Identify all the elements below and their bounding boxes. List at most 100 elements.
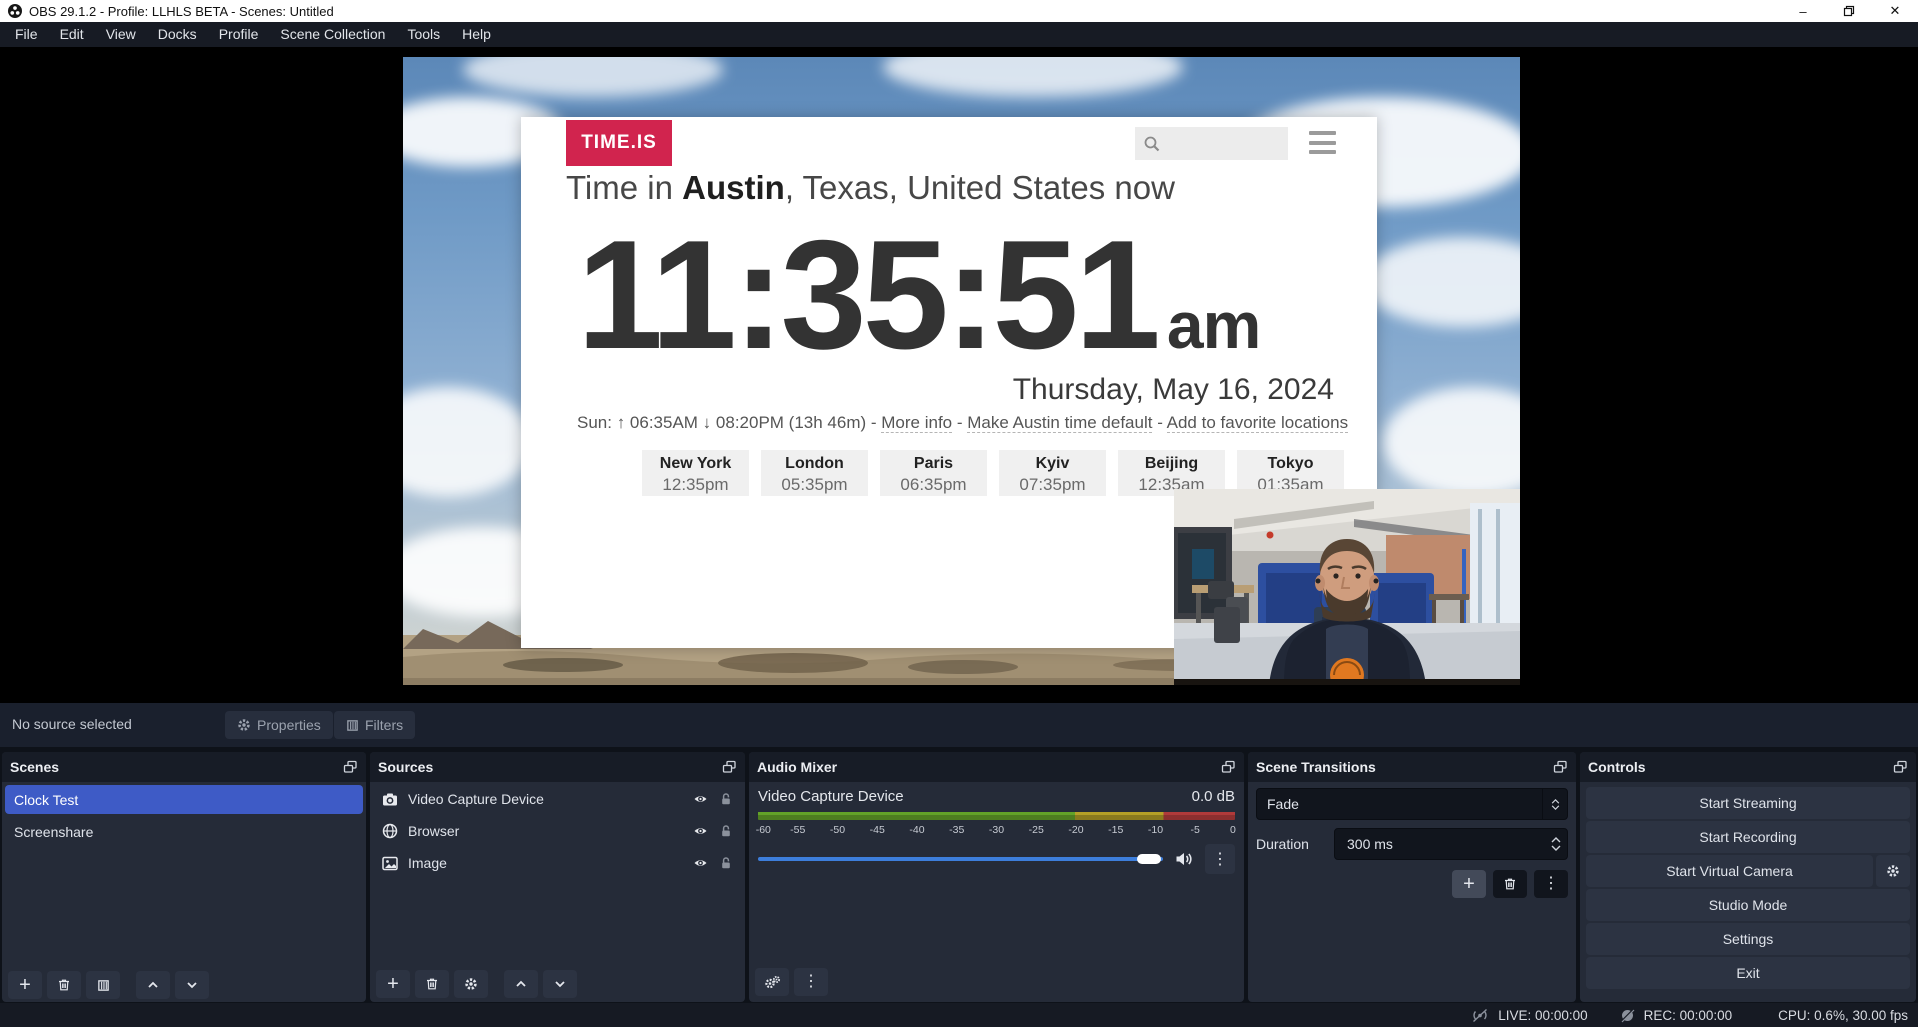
preview-canvas[interactable]: TIME.IS Time in Austin, Texas, United St… <box>403 57 1520 685</box>
filter-icon <box>97 979 110 992</box>
chevron-up-icon <box>514 977 528 991</box>
popout-icon[interactable] <box>1553 760 1568 774</box>
visibility-eye-icon[interactable] <box>692 856 709 870</box>
mixer-menu-button[interactable]: ⋮ <box>794 968 828 996</box>
move-scene-down-button[interactable] <box>175 971 209 999</box>
studio-mode-button[interactable]: Studio Mode <box>1586 889 1910 921</box>
visibility-eye-icon[interactable] <box>692 824 709 838</box>
rec-timecode: REC: 00:00:00 <box>1644 1008 1733 1023</box>
menu-file[interactable]: File <box>4 22 49 47</box>
spinner-arrows-icon[interactable] <box>1545 837 1567 851</box>
popout-icon[interactable] <box>1221 760 1236 774</box>
menu-tools[interactable]: Tools <box>396 22 451 47</box>
audio-mixer-panel: Audio Mixer Video Capture Device 0.0 dB … <box>749 752 1244 1002</box>
chevron-down-icon <box>185 978 199 992</box>
hamburger-menu-icon <box>1309 131 1336 154</box>
lock-icon[interactable] <box>719 792 733 806</box>
settings-button[interactable]: Settings <box>1586 923 1910 955</box>
sources-panel-header: Sources <box>370 752 745 782</box>
preview-area: TIME.IS Time in Austin, Texas, United St… <box>0 47 1918 703</box>
add-source-button[interactable]: + <box>376 970 410 998</box>
search-icon <box>1143 135 1161 153</box>
move-source-down-button[interactable] <box>543 970 577 998</box>
clock-time: 11:35:51 <box>577 217 1157 372</box>
start-virtual-camera-button[interactable]: Start Virtual Camera <box>1586 855 1873 887</box>
controls-header: Controls <box>1580 752 1916 782</box>
audio-mixer-title: Audio Mixer <box>757 759 837 775</box>
restore-icon <box>1843 5 1855 17</box>
transition-menu-button[interactable]: ⋮ <box>1534 870 1568 898</box>
menu-view[interactable]: View <box>95 22 147 47</box>
transitions-header: Scene Transitions <box>1248 752 1576 782</box>
popout-icon[interactable] <box>343 760 358 774</box>
menu-profile[interactable]: Profile <box>208 22 270 47</box>
transition-select[interactable]: Fade <box>1256 788 1568 820</box>
source-row-video-capture[interactable]: Video Capture Device <box>373 784 742 814</box>
mixer-channel-menu-button[interactable]: ⋮ <box>1205 844 1235 874</box>
close-button[interactable]: ✕ <box>1872 0 1918 22</box>
scene-item-clock-test[interactable]: Clock Test <box>5 785 363 814</box>
webcam-overlay <box>1174 489 1520 685</box>
virtual-camera-config-button[interactable] <box>1876 855 1910 887</box>
filters-button[interactable]: Filters <box>334 711 415 739</box>
visibility-eye-icon[interactable] <box>692 792 709 806</box>
city-box: Paris06:35pm <box>880 450 987 496</box>
scene-transitions-panel: Scene Transitions Fade Duration 300 ms <box>1248 752 1576 1002</box>
more-info-link: More info <box>881 413 952 433</box>
trash-icon <box>425 977 439 991</box>
remove-source-button[interactable] <box>415 970 449 998</box>
scene-filters-button[interactable] <box>86 971 120 999</box>
add-scene-button[interactable]: + <box>8 971 42 999</box>
menu-docks[interactable]: Docks <box>147 22 208 47</box>
remove-scene-button[interactable] <box>47 971 81 999</box>
start-recording-button[interactable]: Start Recording <box>1586 821 1910 853</box>
source-row-image[interactable]: Image <box>373 848 742 878</box>
volume-meter <box>758 812 1235 820</box>
timeis-date: Thursday, May 16, 2024 <box>1013 373 1334 407</box>
menu-help[interactable]: Help <box>451 22 502 47</box>
gear-icon <box>464 977 478 991</box>
stream-inactive-icon <box>1471 1008 1489 1023</box>
advanced-audio-button[interactable] <box>755 968 789 996</box>
transition-selected-value: Fade <box>1257 796 1542 812</box>
source-selection-bar: No source selected Properties Filters <box>0 703 1918 747</box>
lock-icon[interactable] <box>719 856 733 870</box>
popout-icon[interactable] <box>1893 760 1908 774</box>
timeis-city: Austin <box>682 169 785 206</box>
minimize-button[interactable]: – <box>1780 0 1826 22</box>
mixer-channel-name: Video Capture Device <box>758 788 904 805</box>
globe-icon <box>382 823 398 839</box>
menu-bar: File Edit View Docks Profile Scene Colle… <box>0 22 1918 47</box>
speaker-icon[interactable] <box>1175 851 1193 867</box>
remove-transition-button[interactable] <box>1493 870 1527 898</box>
menu-edit[interactable]: Edit <box>49 22 95 47</box>
duration-spinbox[interactable]: 300 ms <box>1334 828 1568 860</box>
menu-scene-collection[interactable]: Scene Collection <box>269 22 396 47</box>
move-source-up-button[interactable] <box>504 970 538 998</box>
select-chevrons-icon <box>1542 789 1567 819</box>
exit-button[interactable]: Exit <box>1586 957 1910 989</box>
restore-button[interactable] <box>1826 0 1872 22</box>
source-row-browser[interactable]: Browser <box>373 816 742 846</box>
timeis-search-input <box>1135 127 1288 160</box>
properties-button[interactable]: Properties <box>225 711 333 739</box>
scene-item-screenshare[interactable]: Screenshare <box>5 817 363 846</box>
popout-icon[interactable] <box>722 760 737 774</box>
gear-icon <box>237 718 251 732</box>
live-timecode: LIVE: 00:00:00 <box>1498 1008 1587 1023</box>
start-streaming-button[interactable]: Start Streaming <box>1586 787 1910 819</box>
volume-slider[interactable] <box>758 857 1163 861</box>
sources-title: Sources <box>378 759 433 775</box>
make-default-link: Make Austin time default <box>967 413 1152 433</box>
lock-icon[interactable] <box>719 824 733 838</box>
sources-panel: Sources Video Capture Device <box>370 752 745 1002</box>
trash-icon <box>1503 877 1517 891</box>
gear-icon <box>1886 864 1900 878</box>
move-scene-up-button[interactable] <box>136 971 170 999</box>
volume-slider-handle[interactable] <box>1137 854 1161 864</box>
window-title: OBS 29.1.2 - Profile: LLHLS BETA - Scene… <box>29 4 334 19</box>
add-transition-button[interactable]: + <box>1452 870 1486 898</box>
cpu-fps-stats: CPU: 0.6%, 30.00 fps <box>1778 1008 1908 1023</box>
source-properties-button[interactable] <box>454 970 488 998</box>
meter-scale: -60 -55 -50 -45 -40 -35 -30 -25 -20 -15 … <box>758 822 1235 836</box>
